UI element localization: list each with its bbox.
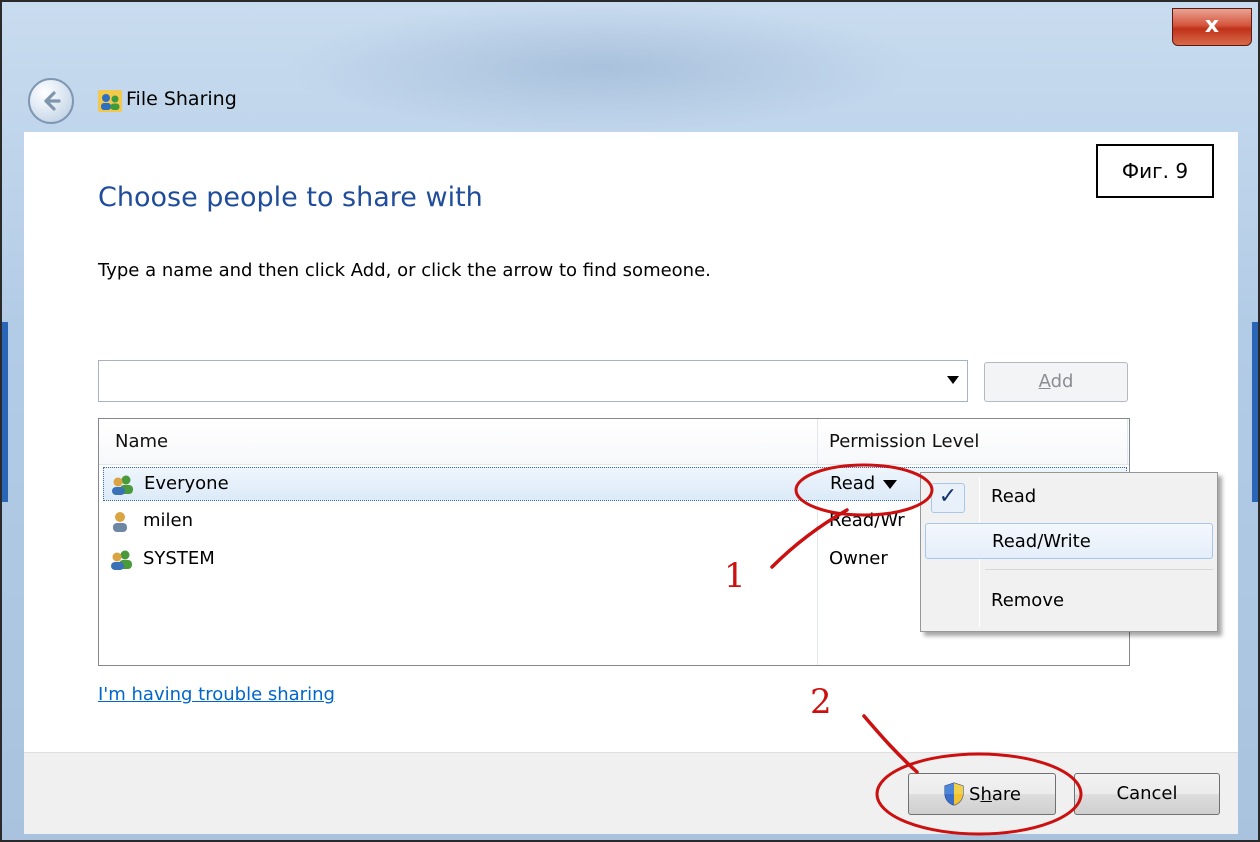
frame-accent-left [2,322,8,502]
cancel-button[interactable]: Cancel [1074,773,1220,815]
annotation-number-2: 2 [810,682,832,722]
menu-item-label: Remove [991,590,1065,611]
column-divider-end [1127,419,1128,465]
chevron-down-icon[interactable] [947,376,959,384]
menu-separator [985,569,1213,570]
dialog-content: Фиг. 9 Choose people to share with Type … [24,132,1238,752]
figure-label: Фиг. 9 [1096,144,1214,198]
menu-item-read[interactable]: ✓ Read [925,479,1213,515]
permission-dropdown[interactable]: Read [830,473,898,494]
caret-down-icon[interactable] [883,479,898,489]
close-button[interactable]: x [1172,8,1252,46]
add-button-rest: dd [1050,371,1074,392]
menu-item-label: Read [991,486,1037,507]
back-button[interactable] [28,78,74,124]
permission-context-menu: ✓ Read Read/Write Remove [920,472,1218,632]
back-arrow-icon [44,91,61,111]
share-button[interactable]: Share [908,773,1056,815]
row-permission: Owner [829,548,888,569]
button-bar: Share Cancel [24,752,1238,834]
user-icon [113,512,127,532]
menu-item-label: Read/Write [992,531,1091,552]
add-button[interactable]: Add [984,362,1128,402]
share-button-label: Share [969,783,1021,805]
row-permission: Read [830,473,876,494]
list-header: Name Permission Level [99,419,1129,665]
row-permission: Read/Wr [829,510,905,531]
row-name: Everyone [144,473,229,494]
help-link[interactable]: I'm having trouble sharing [98,684,335,705]
add-button-accel: A [1038,371,1051,392]
column-header-permission[interactable]: Permission Level [829,431,979,452]
window-title: File Sharing [126,88,237,110]
users-icon [98,90,122,112]
frame-accent-right [1252,322,1258,502]
name-combobox[interactable] [98,360,968,402]
menu-item-remove[interactable]: Remove [925,583,1213,619]
window-frame: x File Sharing Фиг. 9 Choose people to s… [0,0,1260,842]
row-name: SYSTEM [143,548,215,569]
row-name: milen [143,510,194,531]
column-header-name[interactable]: Name [115,431,168,452]
annotation-number-1: 1 [724,556,746,596]
checkmark-icon: ✓ [931,483,965,513]
menu-item-read-write[interactable]: Read/Write [925,523,1213,559]
page-title: Choose people to share with [98,182,483,213]
group-icon [112,475,133,495]
instruction-text: Type a name and then click Add, or click… [98,260,711,281]
uac-shield-icon [944,782,964,806]
column-divider [817,419,818,665]
group-icon [111,550,132,570]
